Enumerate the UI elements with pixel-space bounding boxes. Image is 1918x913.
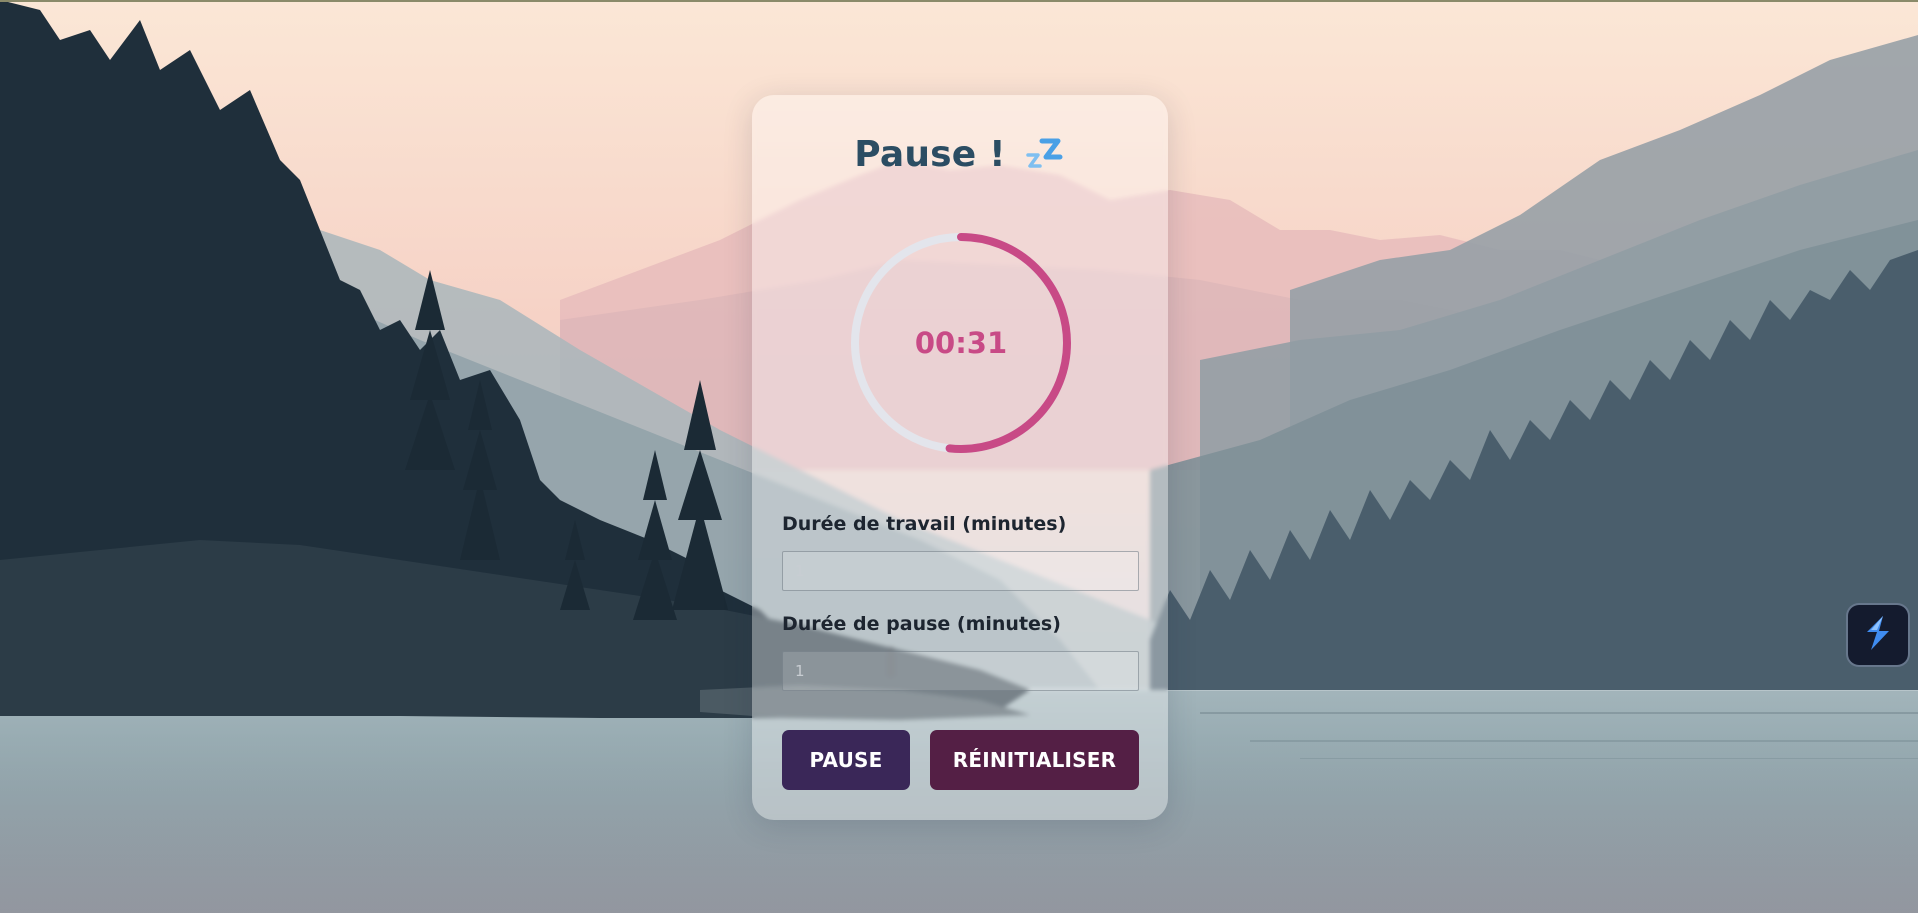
timer-ring: 00:31	[849, 231, 1073, 455]
timer-card: Pause ! 00:31 Durée de travail (minutes)…	[752, 95, 1168, 820]
break-duration-input[interactable]	[782, 651, 1139, 691]
sleeping-zzz-icon	[1022, 137, 1066, 175]
break-duration-label: Durée de pause (minutes)	[782, 613, 1061, 635]
reset-button[interactable]: RÉINITIALISER	[930, 730, 1139, 790]
lightning-s-icon	[1861, 614, 1895, 656]
top-border-line	[0, 0, 1918, 2]
title-row: Pause !	[752, 133, 1168, 175]
extension-widget-button[interactable]	[1848, 605, 1908, 665]
work-duration-input[interactable]	[782, 551, 1139, 591]
timer-display: 00:31	[914, 326, 1008, 360]
work-duration-label: Durée de travail (minutes)	[782, 513, 1067, 535]
page-title: Pause !	[854, 133, 1006, 175]
pause-button[interactable]: PAUSE	[782, 730, 910, 790]
